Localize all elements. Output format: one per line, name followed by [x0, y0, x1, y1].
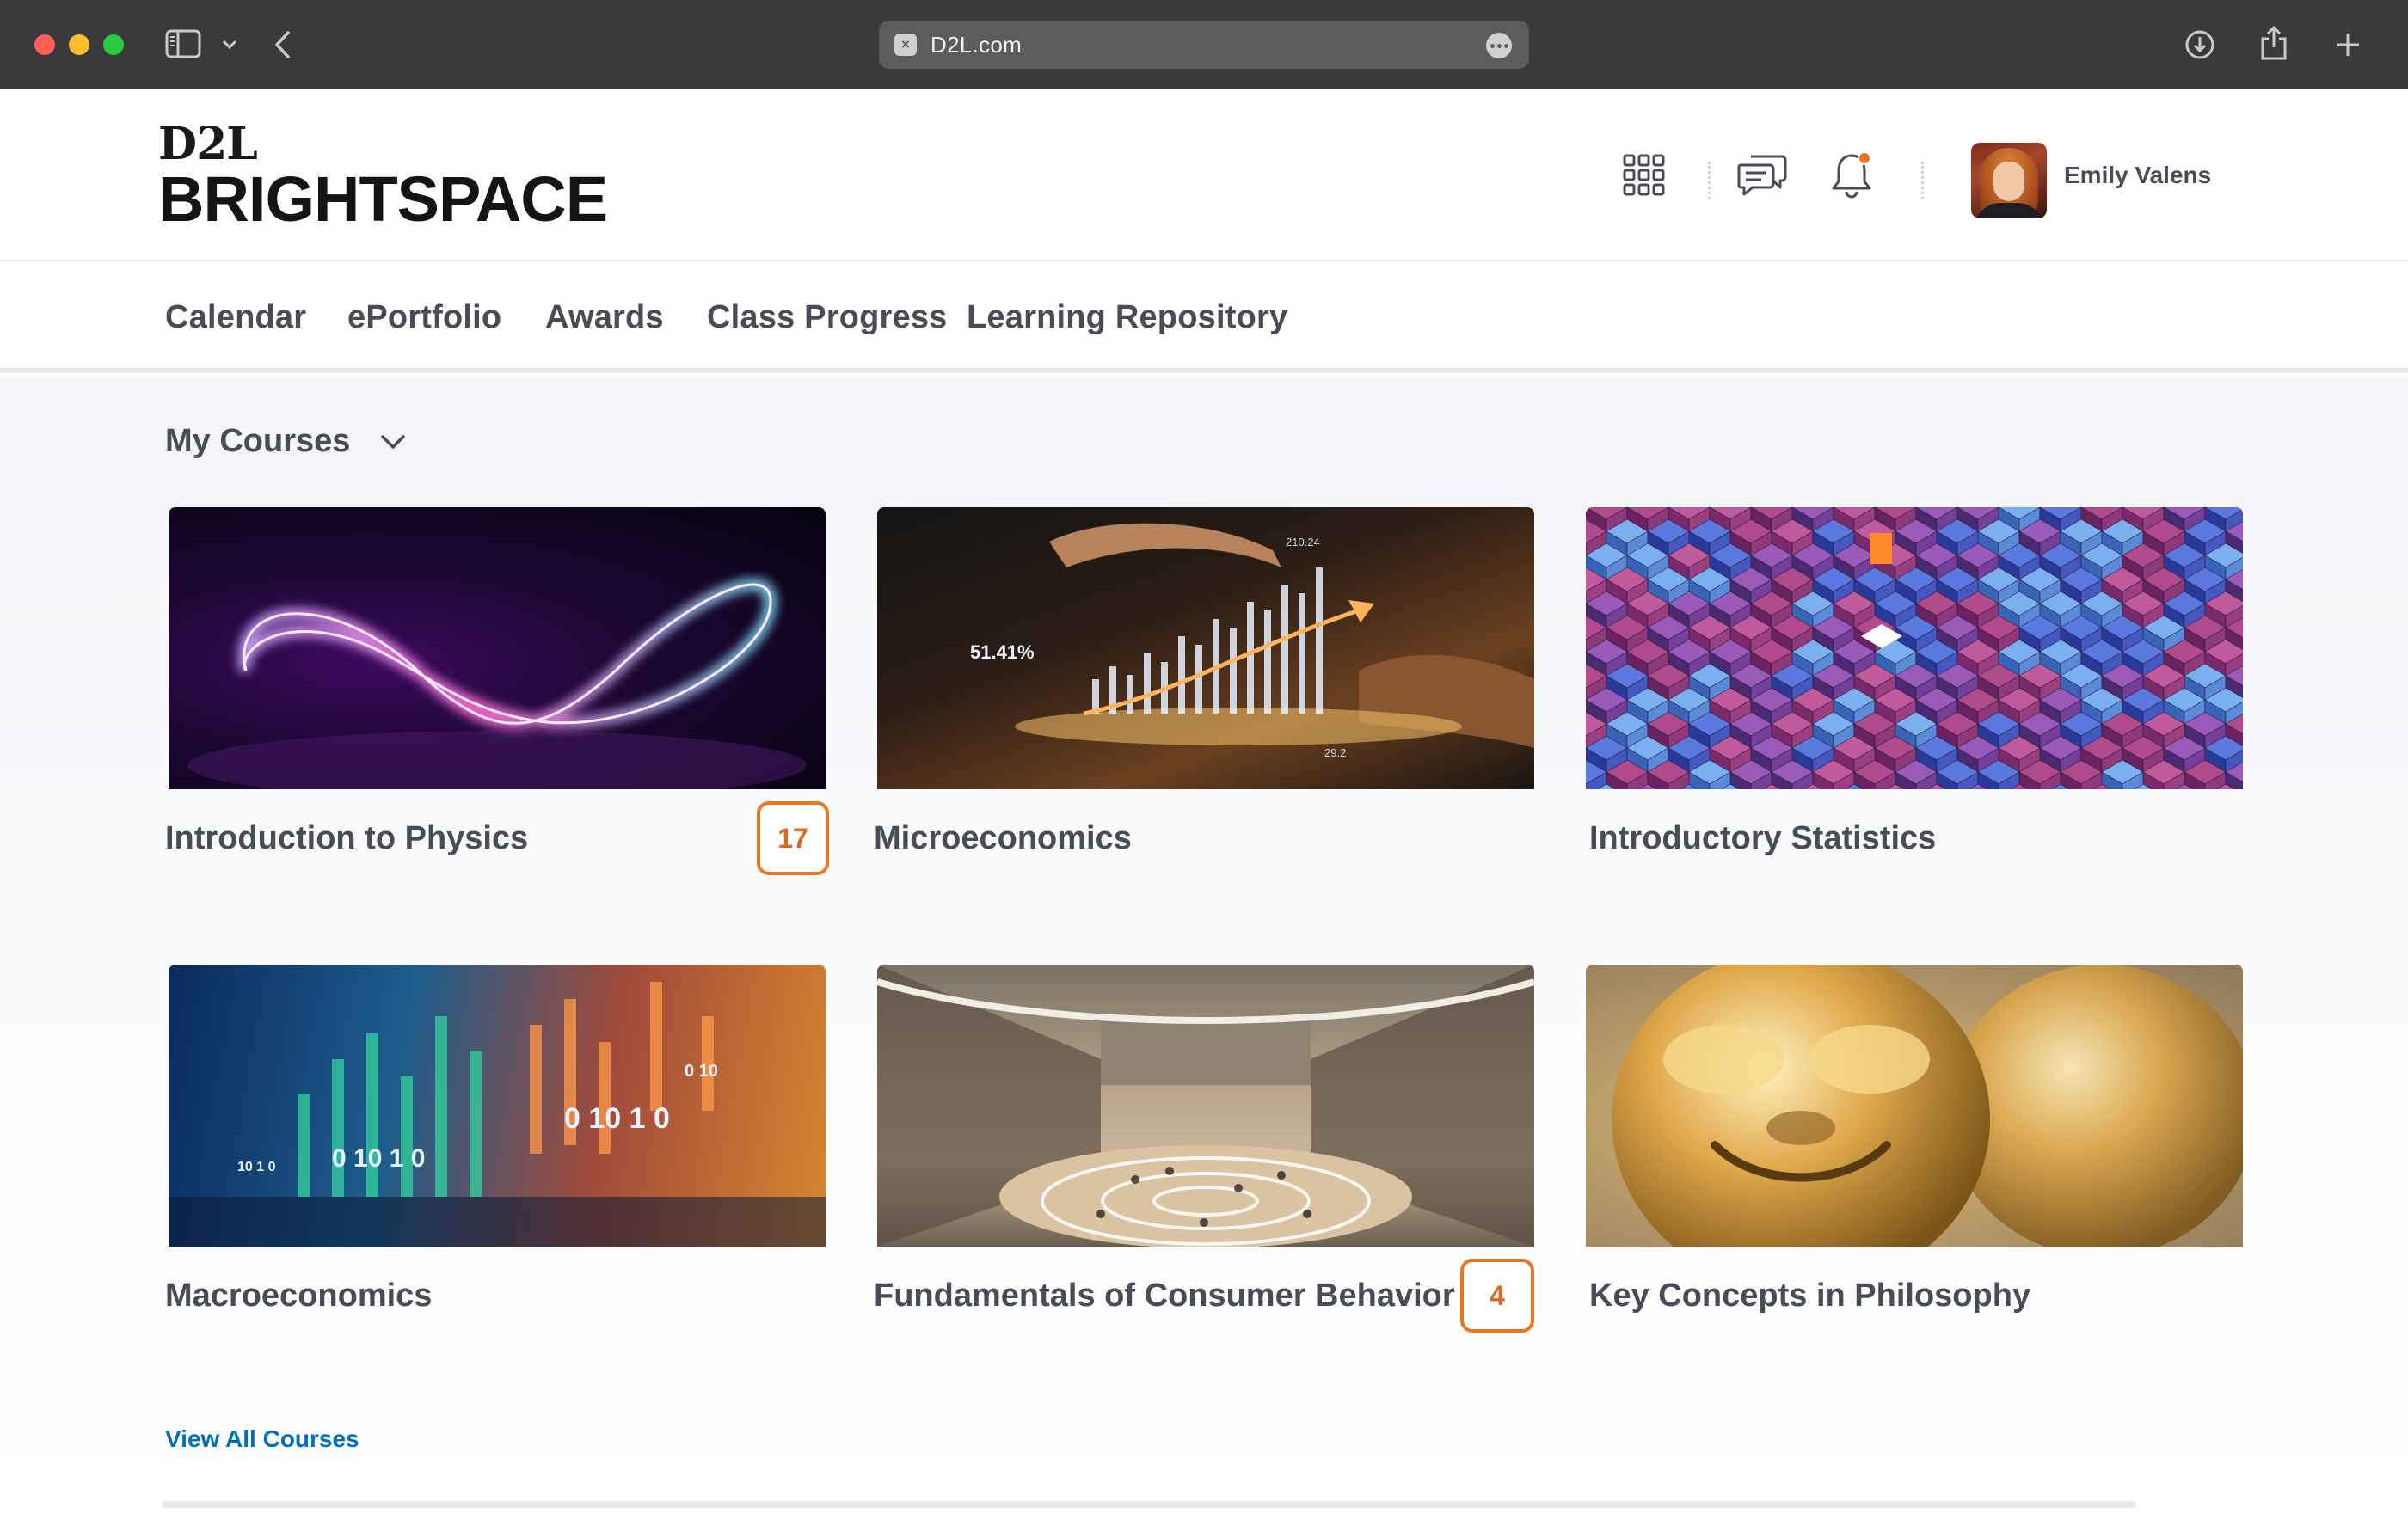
browser-toolbar: × D2L.com [0, 0, 2408, 89]
svg-text:0 10: 0 10 [685, 1062, 718, 1081]
new-tab-icon[interactable] [2331, 26, 2365, 64]
address-bar[interactable]: × D2L.com [879, 21, 1529, 69]
course-name[interactable]: Key Concepts in Philosophy [1589, 1278, 2030, 1315]
course-card-philosophy[interactable]: Key Concepts in Philosophy [1582, 965, 2243, 1343]
my-courses-title: My Courses [165, 423, 351, 459]
minimize-window-button[interactable] [69, 34, 89, 55]
course-card-statistics[interactable]: Introductory Statistics [1582, 507, 2243, 886]
more-options-icon[interactable] [1486, 33, 1512, 58]
course-name[interactable]: Microeconomics [874, 820, 1132, 857]
messages-icon[interactable] [1735, 151, 1789, 199]
update-count-badge: 17 [757, 801, 829, 875]
nav-item-calendar[interactable]: Calendar [165, 299, 306, 336]
notification-dot [1858, 151, 1871, 165]
homepage-content: My Courses Introduction to Physics 17 51… [0, 378, 2408, 1520]
nav-item-class-progress[interactable]: Class Progress [707, 299, 948, 336]
nav-item-learning-repository[interactable]: Learning Repository [967, 299, 1287, 336]
course-name[interactable]: Introductory Statistics [1589, 820, 1936, 857]
back-arrow-icon[interactable] [268, 28, 296, 62]
main-navigation: Calendar ePortfolio Awards Class Progres… [0, 261, 2408, 373]
svg-text:0 10 1 0: 0 10 1 0 [564, 1102, 670, 1135]
course-card-consumer-behavior[interactable]: Fundamentals of Consumer Behavior 4 [874, 965, 1534, 1343]
course-image-growth-chart: 51.41% 210.24 29.2 [877, 507, 1534, 789]
course-name[interactable]: Introduction to Physics [165, 820, 528, 857]
logo-d2l-text: D2L [158, 118, 258, 170]
widget-bottom-border [162, 1501, 2136, 1508]
brightspace-logo[interactable]: D2L BRIGHTSPACE [158, 118, 608, 235]
notification-bell-icon[interactable] [1828, 148, 1875, 203]
course-image-shopping-mall [877, 965, 1534, 1247]
download-icon[interactable] [2181, 26, 2219, 64]
svg-text:29.2: 29.2 [1324, 746, 1346, 759]
header-divider [1708, 162, 1711, 199]
course-image-stock-chart: 0 10 1 0 0 10 1 0 0 10 10 1 0 [169, 965, 826, 1247]
site-favicon-icon: × [894, 34, 917, 56]
course-image-golden-monkeys [1586, 965, 2243, 1247]
chevron-down-icon[interactable] [217, 33, 243, 57]
chevron-down-icon [378, 430, 408, 454]
sidebar-toggle-icon[interactable] [165, 29, 201, 58]
course-name[interactable]: Fundamentals of Consumer Behavior [874, 1278, 1455, 1315]
svg-text:210.24: 210.24 [1286, 536, 1320, 549]
close-window-button[interactable] [34, 34, 55, 55]
user-name[interactable]: Emily Valens [2064, 162, 2211, 189]
site-header: D2L BRIGHTSPACE Emily Valens [0, 89, 2408, 261]
view-all-courses-link[interactable]: View All Courses [165, 1425, 359, 1453]
svg-text:51.41%: 51.41% [970, 641, 1035, 663]
course-image-neon-infinity [169, 507, 826, 789]
share-icon[interactable] [2257, 22, 2291, 64]
app-grid-icon[interactable] [1622, 153, 1667, 198]
course-card-macroeconomics[interactable]: 0 10 1 0 0 10 1 0 0 10 10 1 0 Macroecono… [165, 965, 826, 1343]
svg-text:0 10 1 0: 0 10 1 0 [332, 1144, 425, 1173]
my-courses-menu[interactable]: My Courses [165, 423, 408, 460]
course-name[interactable]: Macroeconomics [165, 1278, 432, 1315]
course-card-physics[interactable]: Introduction to Physics 17 [165, 507, 829, 886]
nav-item-awards[interactable]: Awards [545, 299, 664, 336]
update-count-badge: 4 [1460, 1259, 1534, 1333]
header-divider [1921, 162, 1924, 199]
nav-item-eportfolio[interactable]: ePortfolio [347, 299, 501, 336]
svg-text:10 1 0: 10 1 0 [237, 1160, 276, 1174]
logo-brightspace-text: BRIGHTSPACE [158, 163, 608, 235]
maximize-window-button[interactable] [103, 34, 124, 55]
course-card-microeconomics[interactable]: 51.41% 210.24 29.2 Microeconomics [874, 507, 1534, 886]
course-image-cubes [1586, 507, 2243, 789]
url-text: D2L.com [931, 32, 1023, 58]
user-avatar[interactable] [1971, 143, 2047, 218]
